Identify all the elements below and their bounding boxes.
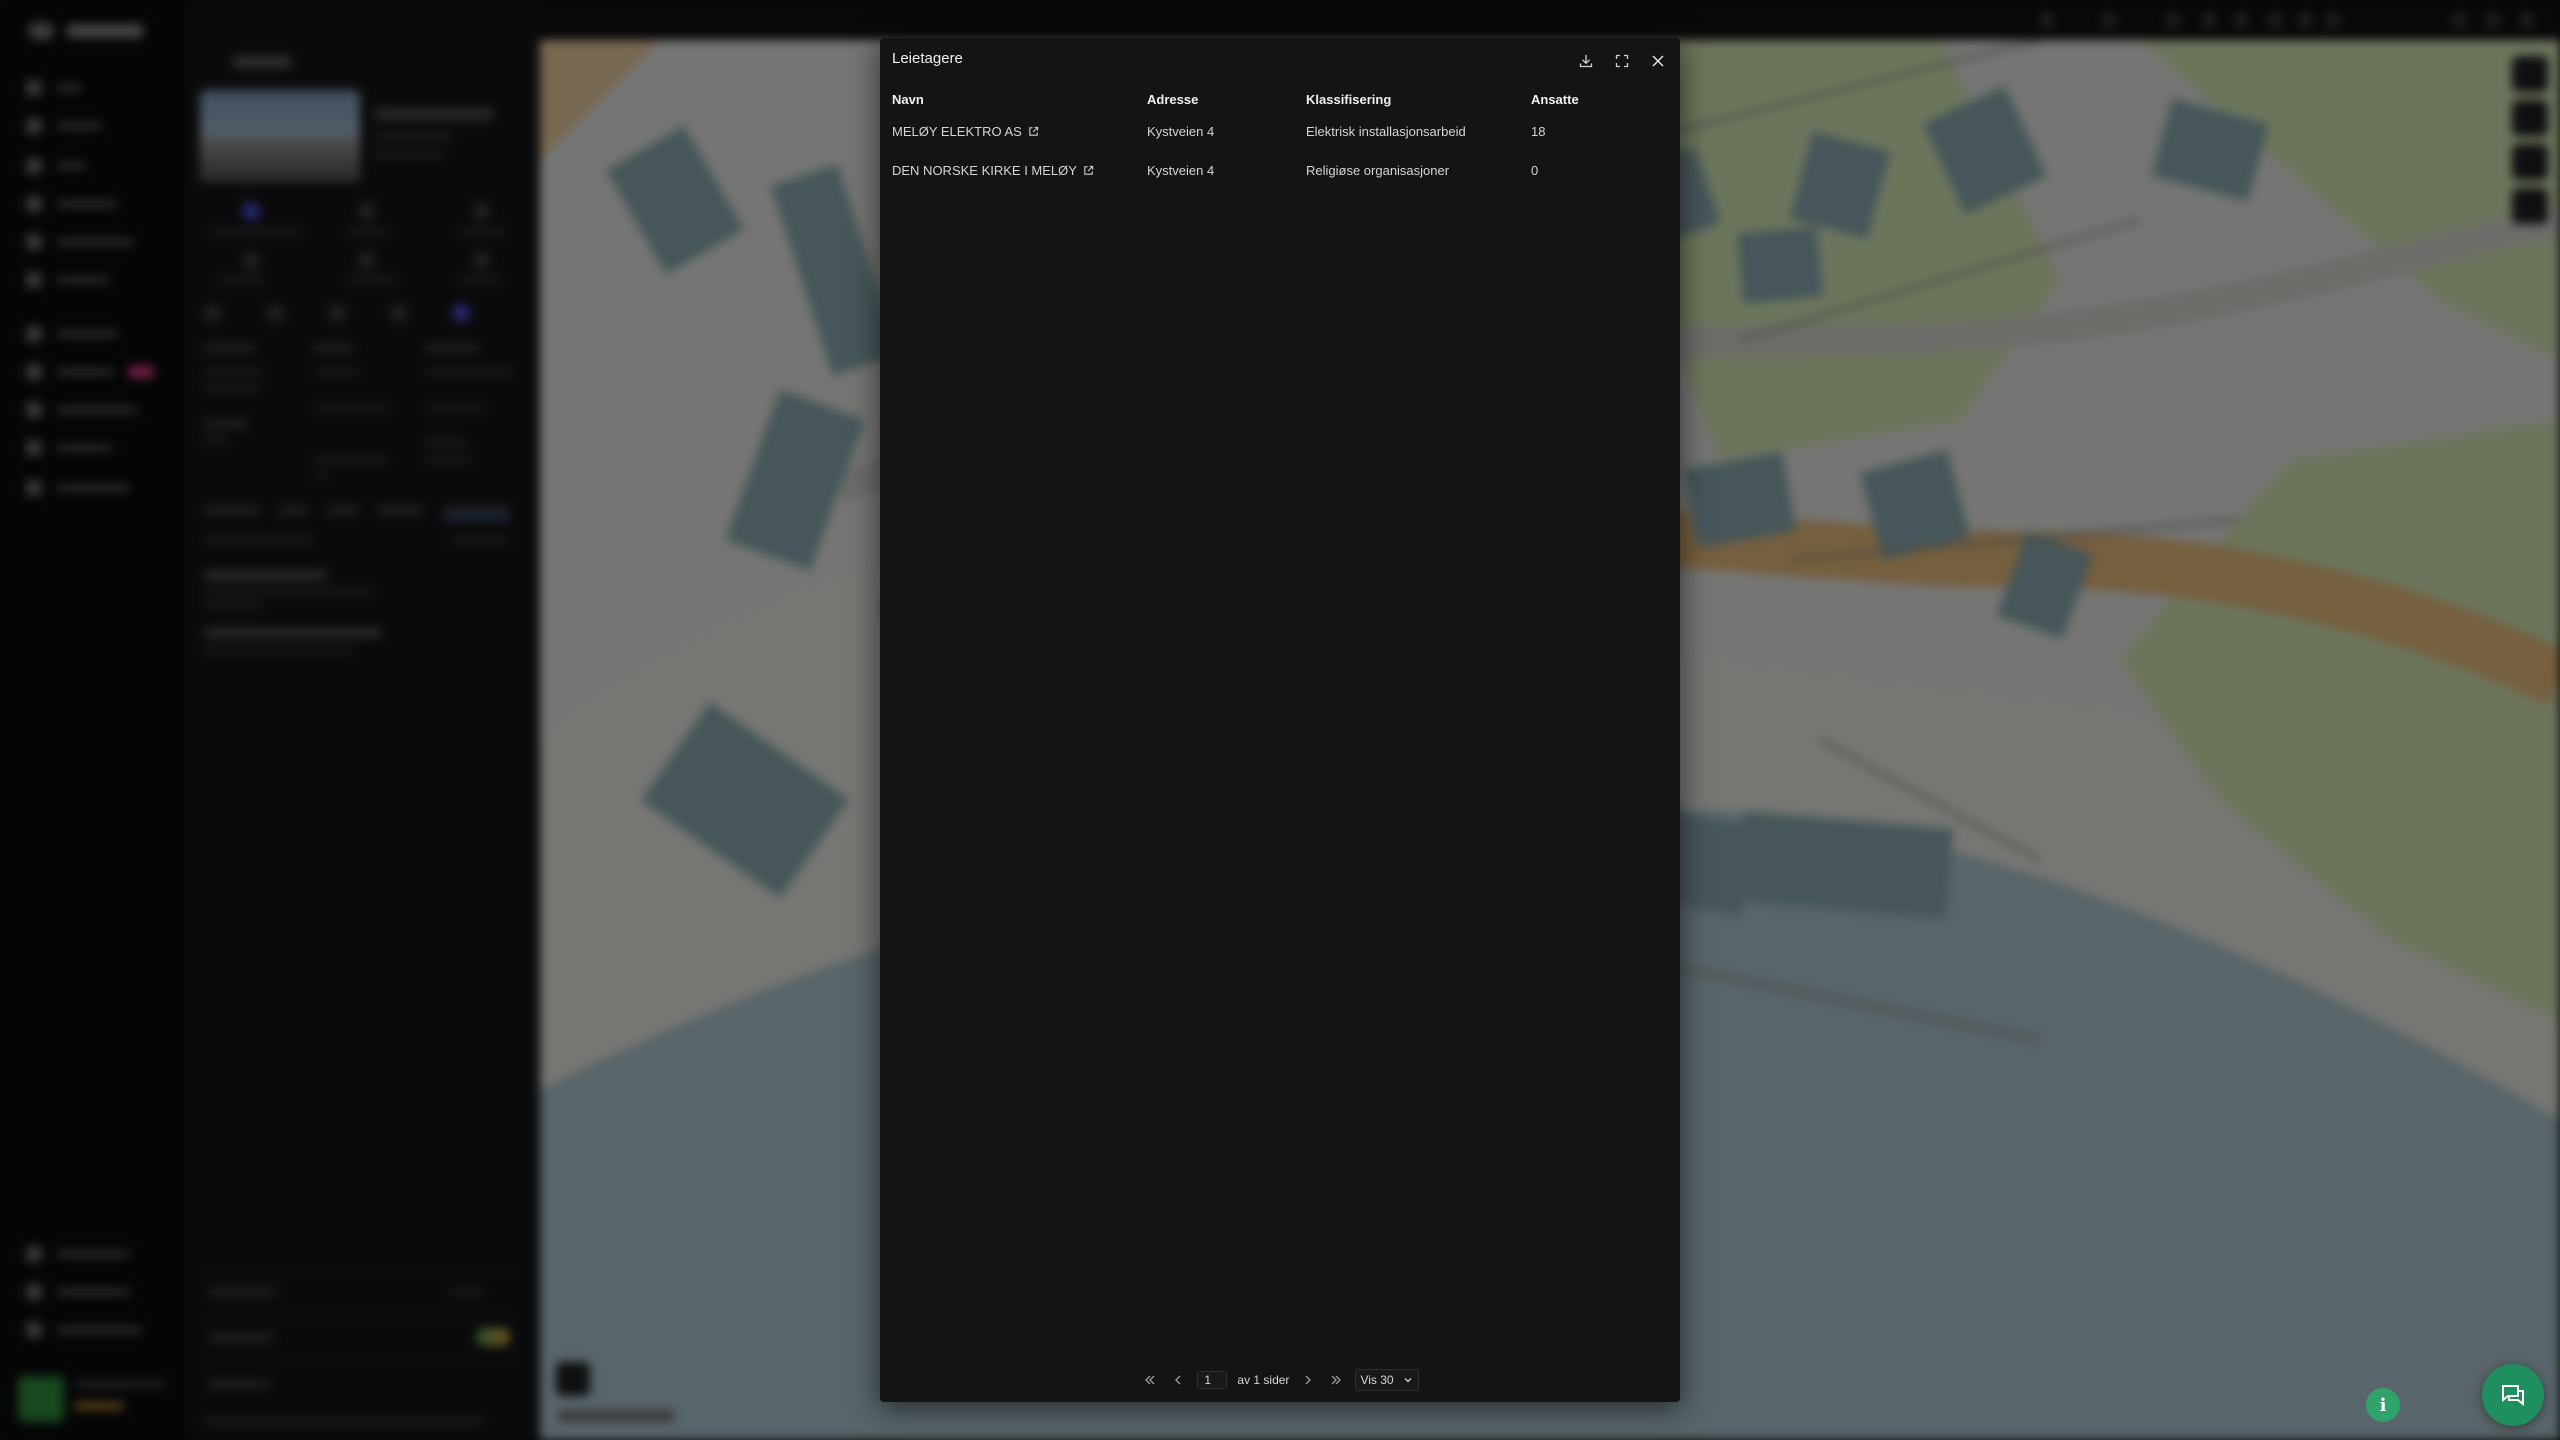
tenant-classification: Religiøse organisasjoner [1306,163,1450,178]
tenant-employees: 0 [1531,163,1539,178]
tenants-modal: Leietagere Navn Adresse Klassifisering A… [880,38,1680,1402]
tenant-address: Kystveien 4 [1147,124,1215,139]
tenant-name-link[interactable]: MELØY ELEKTRO AS [892,124,1039,139]
page-size-select[interactable]: Vis 30 [1355,1369,1419,1391]
close-icon [1652,55,1664,67]
chat-icon [2502,1385,2524,1407]
last-page-button[interactable] [1327,1371,1345,1389]
download-button[interactable] [1570,46,1602,76]
modal-actions [1570,46,1674,76]
tenant-name-cell: DEN NORSKE KIRKE I MELØY [892,151,1147,190]
next-page-button[interactable] [1299,1371,1317,1389]
column-header-name[interactable]: Navn [892,86,1147,112]
tenant-name-link[interactable]: DEN NORSKE KIRKE I MELØY [892,163,1094,178]
page-size-label: Vis 30 [1360,1373,1394,1387]
page-count-label: av 1 sider [1237,1373,1290,1387]
previous-page-button[interactable] [1169,1371,1187,1389]
external-link-icon [1084,165,1094,175]
pagination: av 1 sider Vis 30 [880,1368,1680,1392]
expand-icon [1615,54,1629,68]
tenants-table: Navn Adresse Klassifisering Ansatte MELØ… [892,86,1631,190]
column-header-classification[interactable]: Klassifisering [1306,86,1531,112]
first-page-button[interactable] [1141,1371,1159,1389]
tenant-name-cell: MELØY ELEKTRO AS [892,112,1147,151]
column-header-employees[interactable]: Ansatte [1531,86,1631,112]
tenant-classification: Elektrisk installasjonsarbeid [1306,124,1466,139]
double-chevron-left-icon [1145,1375,1155,1385]
table-row: DEN NORSKE KIRKE I MELØY Kystveien 4 Rel… [892,151,1631,190]
expand-button[interactable] [1606,46,1638,76]
double-chevron-right-icon [1331,1375,1342,1385]
table-row: MELØY ELEKTRO AS Kystveien 4 Elektrisk i… [892,112,1631,151]
info-button[interactable]: i [2366,1388,2400,1422]
column-header-address[interactable]: Adresse [1147,86,1306,112]
chevron-right-icon [1305,1375,1312,1385]
chevron-down-icon [1404,1378,1412,1383]
table-header-row: Navn Adresse Klassifisering Ansatte [892,86,1631,112]
tenant-employees: 18 [1531,124,1546,139]
page-number-input[interactable] [1197,1371,1228,1389]
tenant-name: DEN NORSKE KIRKE I MELØY [892,163,1077,178]
chevron-left-icon [1175,1375,1181,1385]
download-icon [1579,55,1593,68]
info-icon: i [2379,1394,2387,1416]
drag-handle-icon[interactable] [2464,1386,2478,1408]
close-button[interactable] [1642,46,1674,76]
tenant-address: Kystveien 4 [1147,163,1215,178]
tenant-name: MELØY ELEKTRO AS [892,124,1022,139]
chat-button[interactable] [2482,1364,2544,1426]
external-link-icon [1029,126,1038,136]
modal-title: Leietagere [892,50,963,67]
